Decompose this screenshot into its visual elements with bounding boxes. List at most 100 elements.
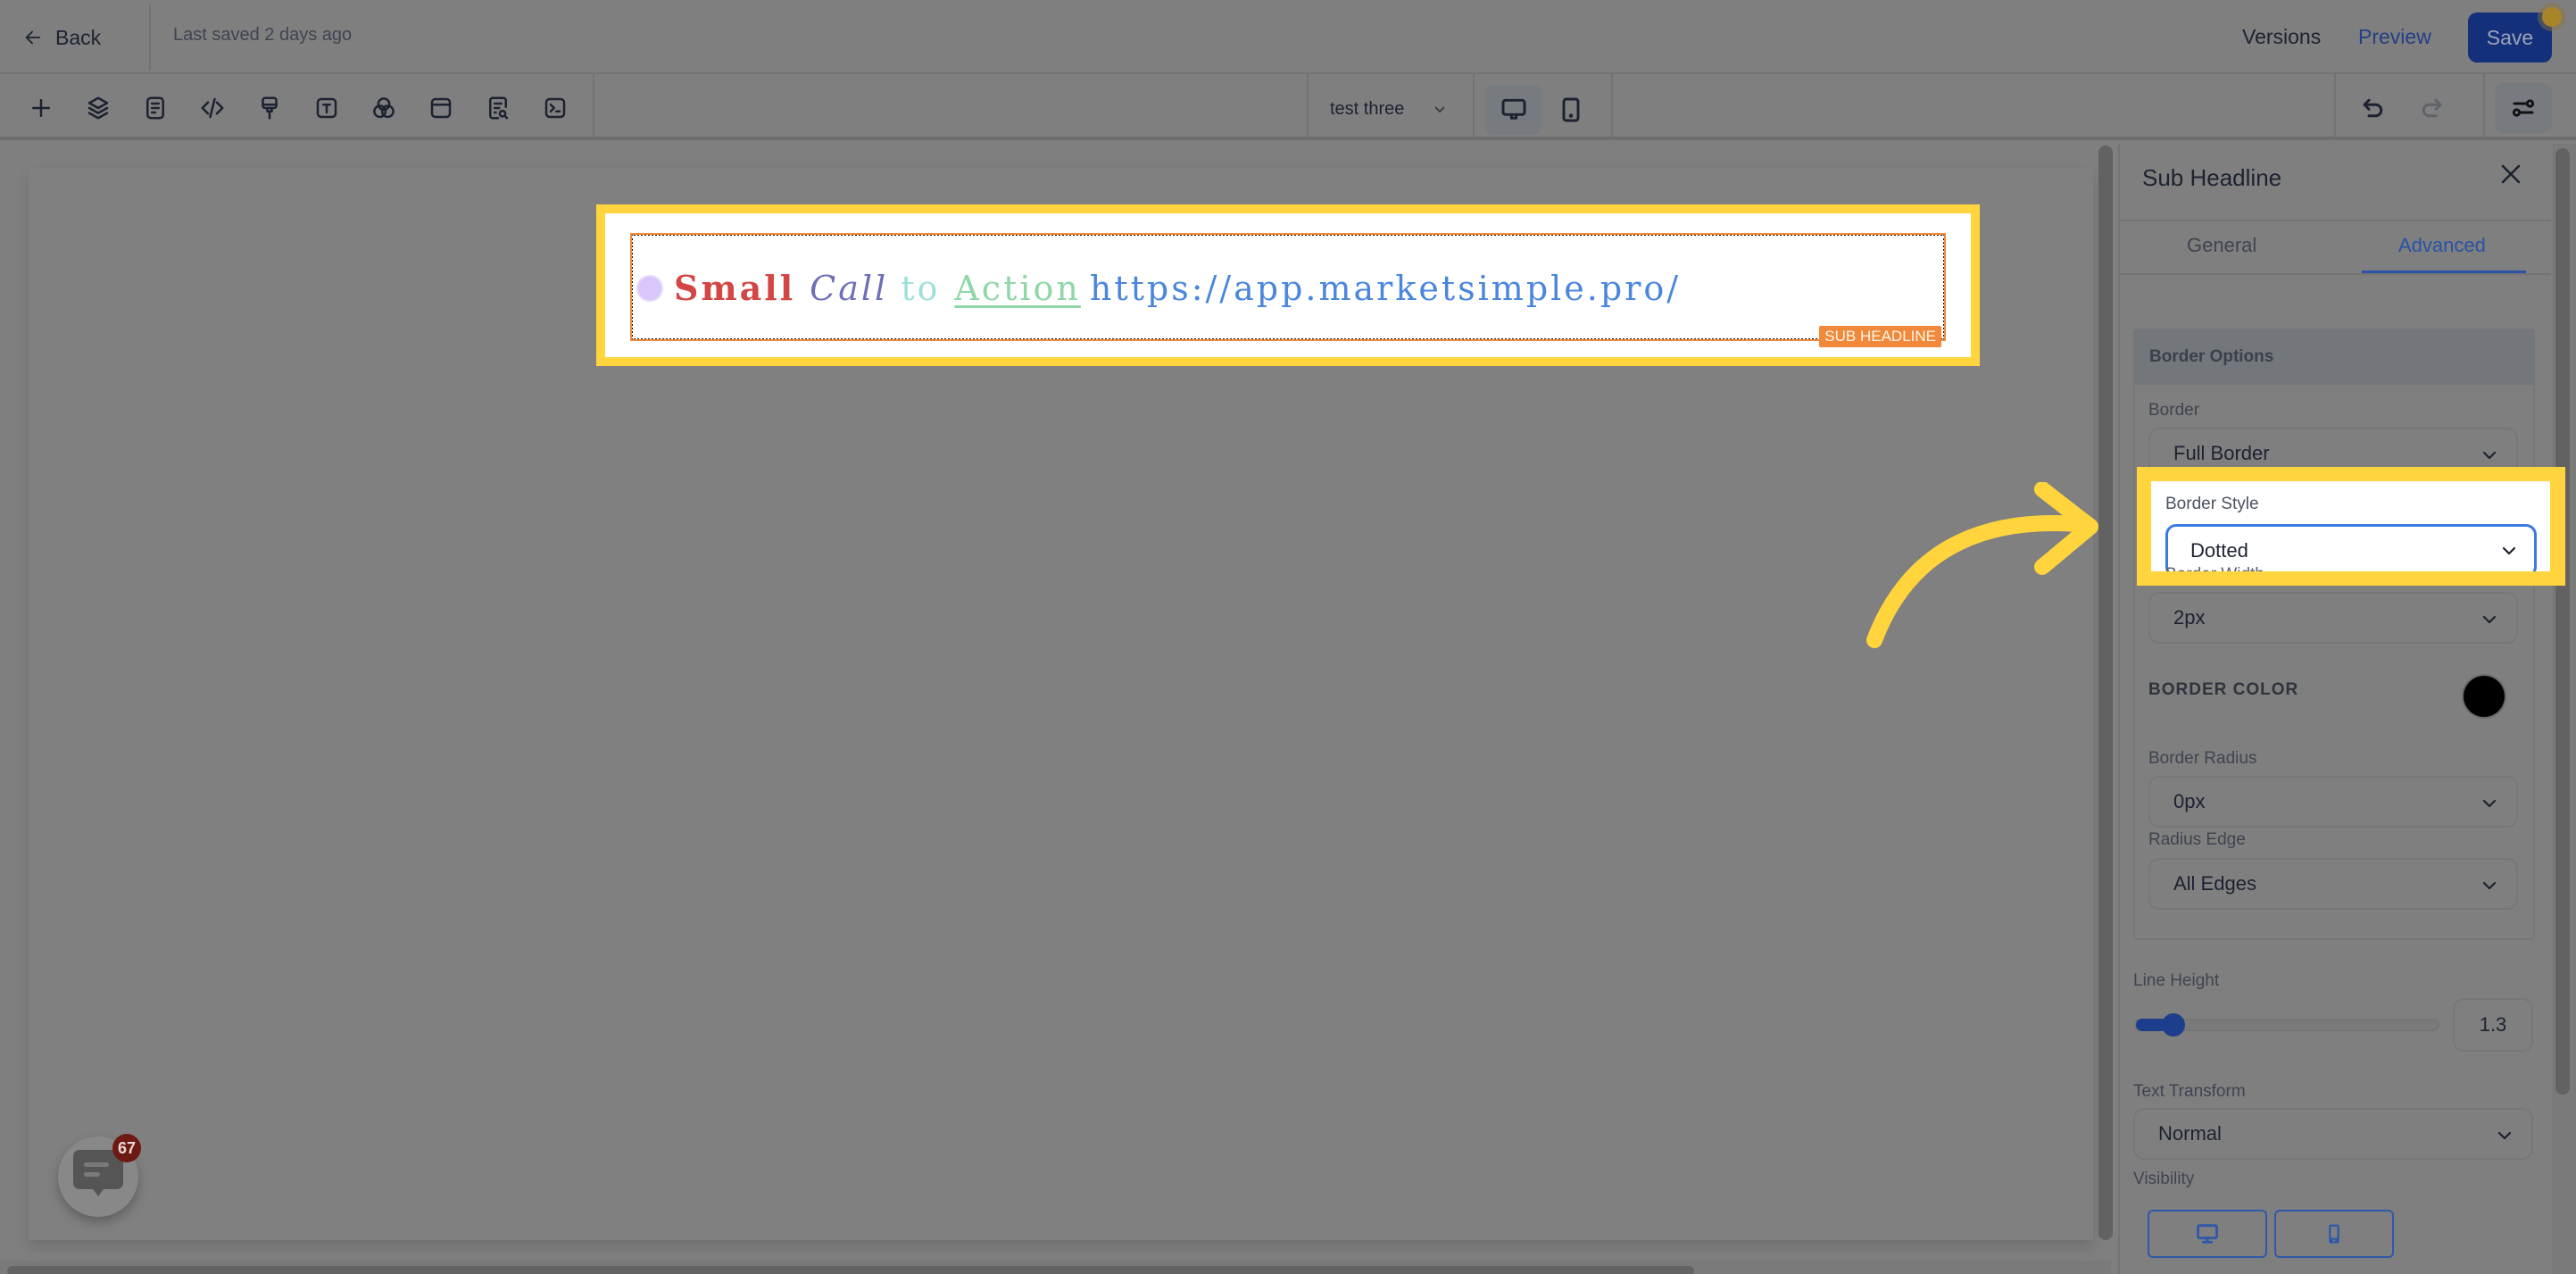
tracking-code-button[interactable] xyxy=(537,90,573,126)
border-options-header[interactable]: Border Options xyxy=(2134,329,2534,385)
sub-headline-element[interactable]: Small Call to Action https://app.markets… xyxy=(630,233,1946,347)
text-transform-select[interactable]: Normal xyxy=(2133,1108,2533,1160)
desktop-view-button[interactable] xyxy=(1485,85,1542,135)
styles-button[interactable] xyxy=(252,90,287,126)
page-icon xyxy=(146,96,164,120)
undo-button[interactable] xyxy=(2357,92,2389,124)
visibility-desktop-toggle[interactable] xyxy=(2148,1210,2267,1258)
radius-edge-label: Radius Edge xyxy=(2148,830,2246,849)
sub-headline-text[interactable]: Small Call to Action https://app.markets… xyxy=(674,268,1681,308)
paint-brush-icon xyxy=(262,96,278,120)
slider-thumb[interactable] xyxy=(2162,1013,2185,1037)
back-button[interactable]: Back xyxy=(23,20,101,55)
border-radius-select[interactable]: 0px xyxy=(2148,776,2518,828)
header-divider xyxy=(149,4,151,71)
colors-button[interactable] xyxy=(366,90,402,126)
radius-edge-select[interactable]: All Edges xyxy=(2148,858,2518,910)
desktop-icon xyxy=(2197,1224,2218,1244)
redo-button[interactable] xyxy=(2415,92,2447,124)
seo-button[interactable] xyxy=(480,90,516,126)
color-circles-icon xyxy=(373,97,395,119)
border-color-label: BORDER COLOR xyxy=(2148,680,2299,699)
last-saved-status: Last saved 2 days ago xyxy=(173,25,353,45)
redo-icon xyxy=(2422,98,2442,118)
chevron-down-icon xyxy=(2482,881,2497,890)
text-transform-value: Normal xyxy=(2158,1122,2222,1145)
layers-button[interactable] xyxy=(80,90,116,126)
border-style-label: Border Style xyxy=(2165,495,2259,513)
mobile-icon xyxy=(2329,1224,2339,1244)
page-selector[interactable]: test three xyxy=(1330,94,1447,124)
bullet-icon xyxy=(638,277,661,300)
settings-panel-toggle[interactable] xyxy=(2495,83,2552,133)
layout-button[interactable] xyxy=(423,90,459,126)
top-header xyxy=(0,0,2576,74)
toolbar-divider xyxy=(1473,74,1475,137)
editor-toolbar: test three xyxy=(0,74,2576,140)
tab-general[interactable]: General xyxy=(2187,234,2256,257)
panel-divider xyxy=(2120,220,2551,221)
section-title: Border Options xyxy=(2149,347,2274,366)
line-height-label: Line Height xyxy=(2133,971,2220,990)
headline-word: to xyxy=(901,269,941,308)
seo-search-icon xyxy=(489,96,509,120)
add-element-button[interactable] xyxy=(23,90,59,126)
sliders-icon xyxy=(2512,99,2535,117)
arrow-left-icon xyxy=(25,30,41,45)
border-width-label-partial: Border Width xyxy=(2165,565,2264,571)
chevron-down-icon xyxy=(2502,546,2516,555)
versions-button[interactable]: Versions xyxy=(2242,25,2321,49)
preview-button[interactable]: Preview xyxy=(2358,25,2431,49)
terminal-icon xyxy=(544,97,566,119)
border-color-swatch[interactable] xyxy=(2464,676,2505,717)
close-panel-button[interactable] xyxy=(2499,162,2526,189)
text-transform-label: Text Transform xyxy=(2133,1082,2246,1101)
page-selector-value: test three xyxy=(1330,98,1405,119)
tab-advanced[interactable]: Advanced xyxy=(2398,234,2486,257)
headline-word: Small xyxy=(674,268,796,308)
text-icon xyxy=(316,97,337,119)
visibility-mobile-toggle[interactable] xyxy=(2274,1210,2394,1258)
panel-title: Sub Headline xyxy=(2142,164,2282,191)
visibility-label: Visibility xyxy=(2133,1170,2195,1188)
unsaved-indicator-dot xyxy=(2542,7,2562,27)
toolbar-divider xyxy=(1307,74,1309,137)
desktop-icon xyxy=(1501,98,1526,120)
mobile-icon xyxy=(1562,97,1580,122)
line-height-slider[interactable] xyxy=(2134,1013,2439,1037)
border-width-value: 2px xyxy=(2173,606,2206,629)
chevron-down-icon xyxy=(2497,1131,2512,1140)
headline-link[interactable]: https://app.marketsimple.pro/ xyxy=(1090,269,1681,308)
border-width-select[interactable]: 2px xyxy=(2148,592,2518,644)
border-radius-value: 0px xyxy=(2173,790,2206,812)
code-icon xyxy=(201,97,224,119)
custom-code-button[interactable] xyxy=(195,90,230,126)
panel-scrollbar[interactable] xyxy=(2555,148,2570,1095)
toolbar-divider xyxy=(2334,74,2336,137)
tutorial-focus-highlight: Border Style Dotted Border Width xyxy=(2137,467,2565,586)
mobile-view-button[interactable] xyxy=(1542,85,1600,135)
back-label: Back xyxy=(55,25,102,49)
plus-icon xyxy=(32,99,50,117)
pages-button[interactable] xyxy=(137,90,173,126)
chevron-down-icon xyxy=(2482,615,2497,624)
canvas-vertical-scrollbar[interactable] xyxy=(2098,146,2113,1240)
save-button[interactable]: Save xyxy=(2468,12,2552,62)
toolbar-divider xyxy=(593,74,594,137)
panel-divider xyxy=(2120,273,2551,275)
headline-word: Action xyxy=(954,269,1081,308)
toolbar-divider xyxy=(2483,74,2485,137)
radius-edge-value: All Edges xyxy=(2173,872,2256,895)
border-label: Border xyxy=(2148,401,2200,420)
undo-icon xyxy=(2363,98,2383,118)
layers-icon xyxy=(87,96,109,120)
chat-unread-badge: 67 xyxy=(112,1134,141,1162)
headline-word: Call xyxy=(810,269,889,308)
line-height-input[interactable]: 1.3 xyxy=(2453,998,2533,1052)
close-icon xyxy=(2501,164,2521,184)
layout-icon xyxy=(430,97,452,119)
chevron-down-icon xyxy=(1434,106,1446,113)
element-type-tag: SUB HEADLINE xyxy=(1819,326,1941,347)
typography-button[interactable] xyxy=(309,90,345,126)
canvas-horizontal-scrollbar[interactable] xyxy=(7,1266,1694,1274)
